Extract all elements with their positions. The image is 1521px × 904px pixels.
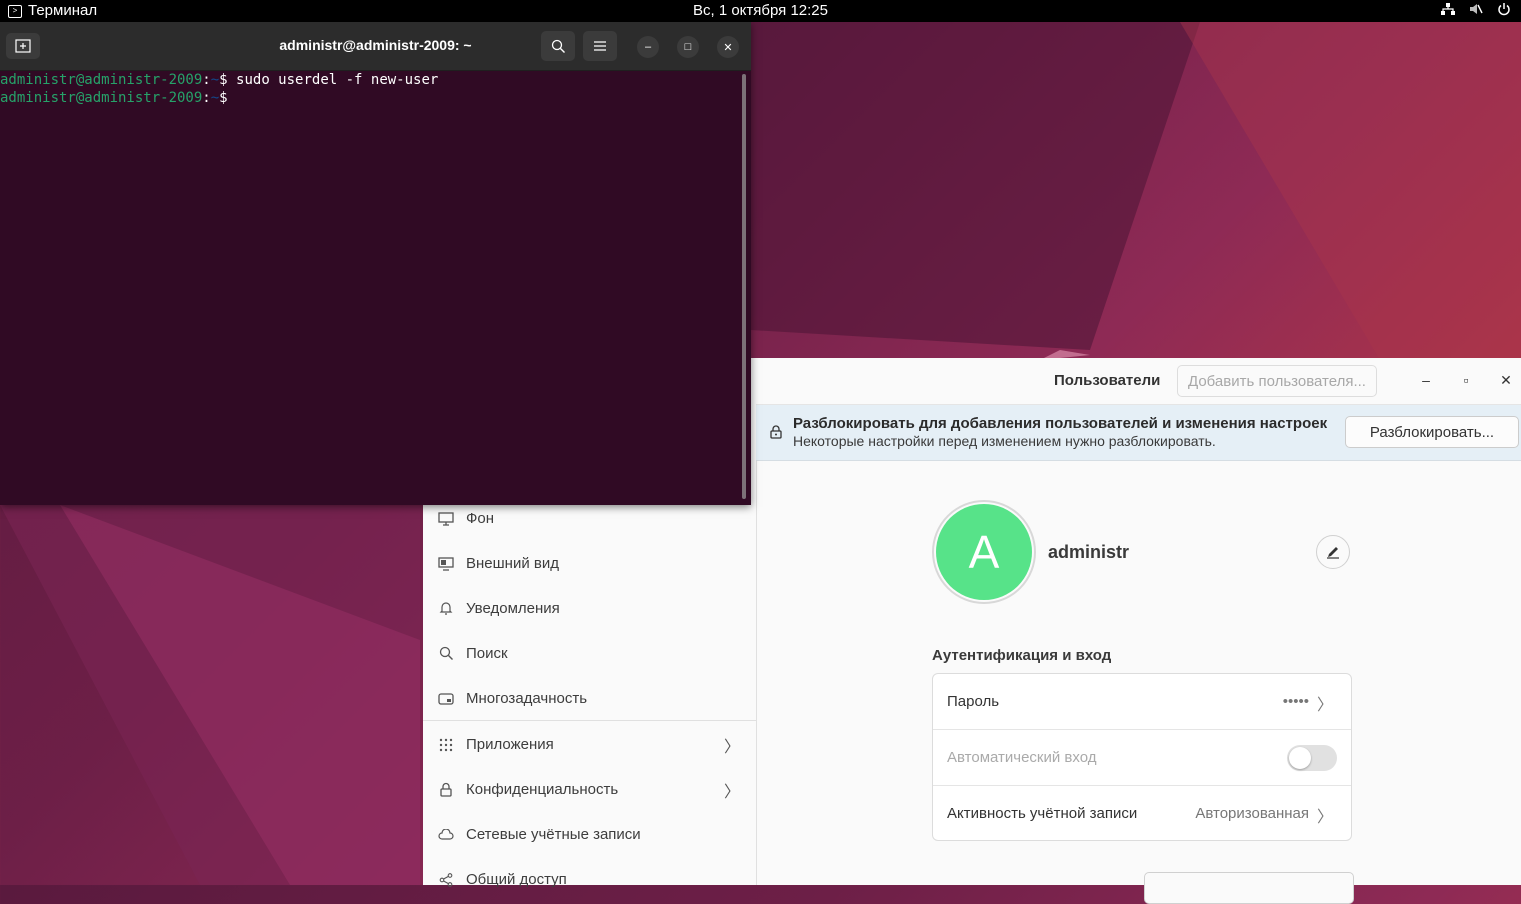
chevron-right-icon: 〉 xyxy=(723,783,740,801)
sidebar-item-sharing[interactable]: Общий доступ xyxy=(423,857,756,902)
sidebar-item-applications[interactable]: Приложения 〉 xyxy=(423,722,756,767)
sidebar-item-privacy[interactable]: Конфиденциальность 〉 xyxy=(423,767,756,812)
password-label: Пароль xyxy=(947,693,1000,710)
settings-header: Пользователи Добавить пользователя... – … xyxy=(756,358,1521,405)
terminal-close-button[interactable]: ✕ xyxy=(717,36,739,58)
terminal-line: administr@administr-2009:~$ sudo userdel… xyxy=(0,72,439,88)
terminal-window: administr@administr-2009: ~ – □ ✕ admini… xyxy=(0,22,751,505)
terminal-search-button[interactable] xyxy=(541,31,575,61)
autologin-toggle[interactable] xyxy=(1287,745,1337,771)
terminal-minimize-button[interactable]: – xyxy=(637,36,659,58)
terminal-maximize-button[interactable]: □ xyxy=(677,36,699,58)
share-icon xyxy=(438,872,454,888)
new-tab-icon xyxy=(15,39,31,53)
sidebar-item-label: Фон xyxy=(466,510,495,527)
banner-subtitle: Некоторые настройки перед изменением нуж… xyxy=(793,433,1216,449)
auth-card: Пароль ••••• 〉 Автоматический вход Актив… xyxy=(932,673,1352,841)
cloud-icon xyxy=(438,827,454,843)
sidebar-item-label: Общий доступ xyxy=(466,871,567,888)
top-bar: > Терминал Вс, 1 октября 12:25 xyxy=(0,0,1521,22)
sidebar-item-label: Внешний вид xyxy=(466,555,559,572)
volume-muted-icon xyxy=(1470,4,1483,14)
sidebar-item-label: Сетевые учётные записи xyxy=(466,826,641,843)
activities-app-menu[interactable]: > Терминал xyxy=(8,2,98,19)
hamburger-menu-icon xyxy=(594,41,606,51)
sidebar-item-label: Конфиденциальность xyxy=(466,781,619,798)
account-activity-label: Активность учётной записи xyxy=(947,805,1138,822)
unlock-button[interactable]: Разблокировать... xyxy=(1345,416,1519,448)
maximize-button[interactable]: ▫ xyxy=(1456,370,1476,390)
new-tab-button[interactable] xyxy=(6,33,40,59)
password-value: ••••• xyxy=(1282,693,1309,710)
sidebar-item-search[interactable]: Поиск xyxy=(423,631,756,676)
clock[interactable]: Вс, 1 октября 12:25 xyxy=(0,2,1521,19)
terminal-app-icon: > xyxy=(8,5,22,18)
apps-grid-icon xyxy=(438,737,454,753)
terminal-menu-button[interactable] xyxy=(583,31,617,61)
power-icon xyxy=(1498,3,1510,16)
search-icon xyxy=(438,646,454,662)
sidebar-item-notifications[interactable]: Уведомления xyxy=(423,586,756,631)
network-icon xyxy=(1441,3,1455,15)
terminal-line: administr@administr-2009:~$ xyxy=(0,90,228,106)
sidebar-item-label: Поиск xyxy=(466,645,508,662)
username: administr xyxy=(1048,542,1130,562)
autologin-row: Автоматический вход xyxy=(933,730,1351,785)
chevron-right-icon: 〉 xyxy=(1316,697,1333,714)
lock-icon xyxy=(770,425,782,439)
avatar[interactable]: A xyxy=(936,504,1032,600)
unlock-banner: Разблокировать для добавления пользовате… xyxy=(756,405,1521,461)
banner-title: Разблокировать для добавления пользовате… xyxy=(793,415,1328,432)
minimize-button[interactable]: – xyxy=(1416,370,1436,390)
sidebar-divider xyxy=(423,720,756,721)
sidebar-item-appearance[interactable]: Внешний вид xyxy=(423,541,756,586)
account-activity-row[interactable]: Активность учётной записи Авторизованная… xyxy=(933,786,1351,841)
terminal-output[interactable]: administr@administr-2009:~$ sudo userdel… xyxy=(0,71,740,501)
sidebar-item-label: Уведомления xyxy=(466,600,560,617)
active-app-name: Терминал xyxy=(28,2,98,19)
chevron-right-icon: 〉 xyxy=(723,738,740,756)
password-row[interactable]: Пароль ••••• 〉 xyxy=(933,674,1351,729)
sidebar-item-multitasking[interactable]: Многозадачность xyxy=(423,676,756,721)
terminal-scrollbar[interactable] xyxy=(742,74,746,499)
add-user-button[interactable]: Добавить пользователя... xyxy=(1177,365,1377,397)
autologin-label: Автоматический вход xyxy=(947,749,1097,766)
appearance-icon xyxy=(438,556,454,572)
sidebar-item-label: Приложения xyxy=(466,736,554,753)
multitasking-icon xyxy=(438,691,454,707)
pencil-icon xyxy=(1327,547,1339,559)
close-button[interactable]: ✕ xyxy=(1496,370,1516,390)
auth-section-title: Аутентификация и вход xyxy=(932,647,1112,664)
account-activity-value: Авторизованная xyxy=(1195,805,1309,822)
sidebar-item-online-accounts[interactable]: Сетевые учётные записи xyxy=(423,812,756,857)
monitor-icon xyxy=(438,511,454,527)
search-icon xyxy=(551,39,565,53)
terminal-header: administr@administr-2009: ~ – □ ✕ xyxy=(0,22,751,71)
remove-user-button[interactable] xyxy=(1144,872,1354,904)
system-tray[interactable] xyxy=(1441,2,1511,16)
edit-name-button[interactable] xyxy=(1316,535,1350,569)
lock-icon xyxy=(438,782,454,798)
sidebar-item-label: Многозадачность xyxy=(466,690,588,707)
bell-icon xyxy=(438,601,454,617)
page-title: Пользователи xyxy=(1054,372,1161,389)
chevron-right-icon: 〉 xyxy=(1316,809,1333,826)
toggle-knob xyxy=(1289,747,1311,769)
